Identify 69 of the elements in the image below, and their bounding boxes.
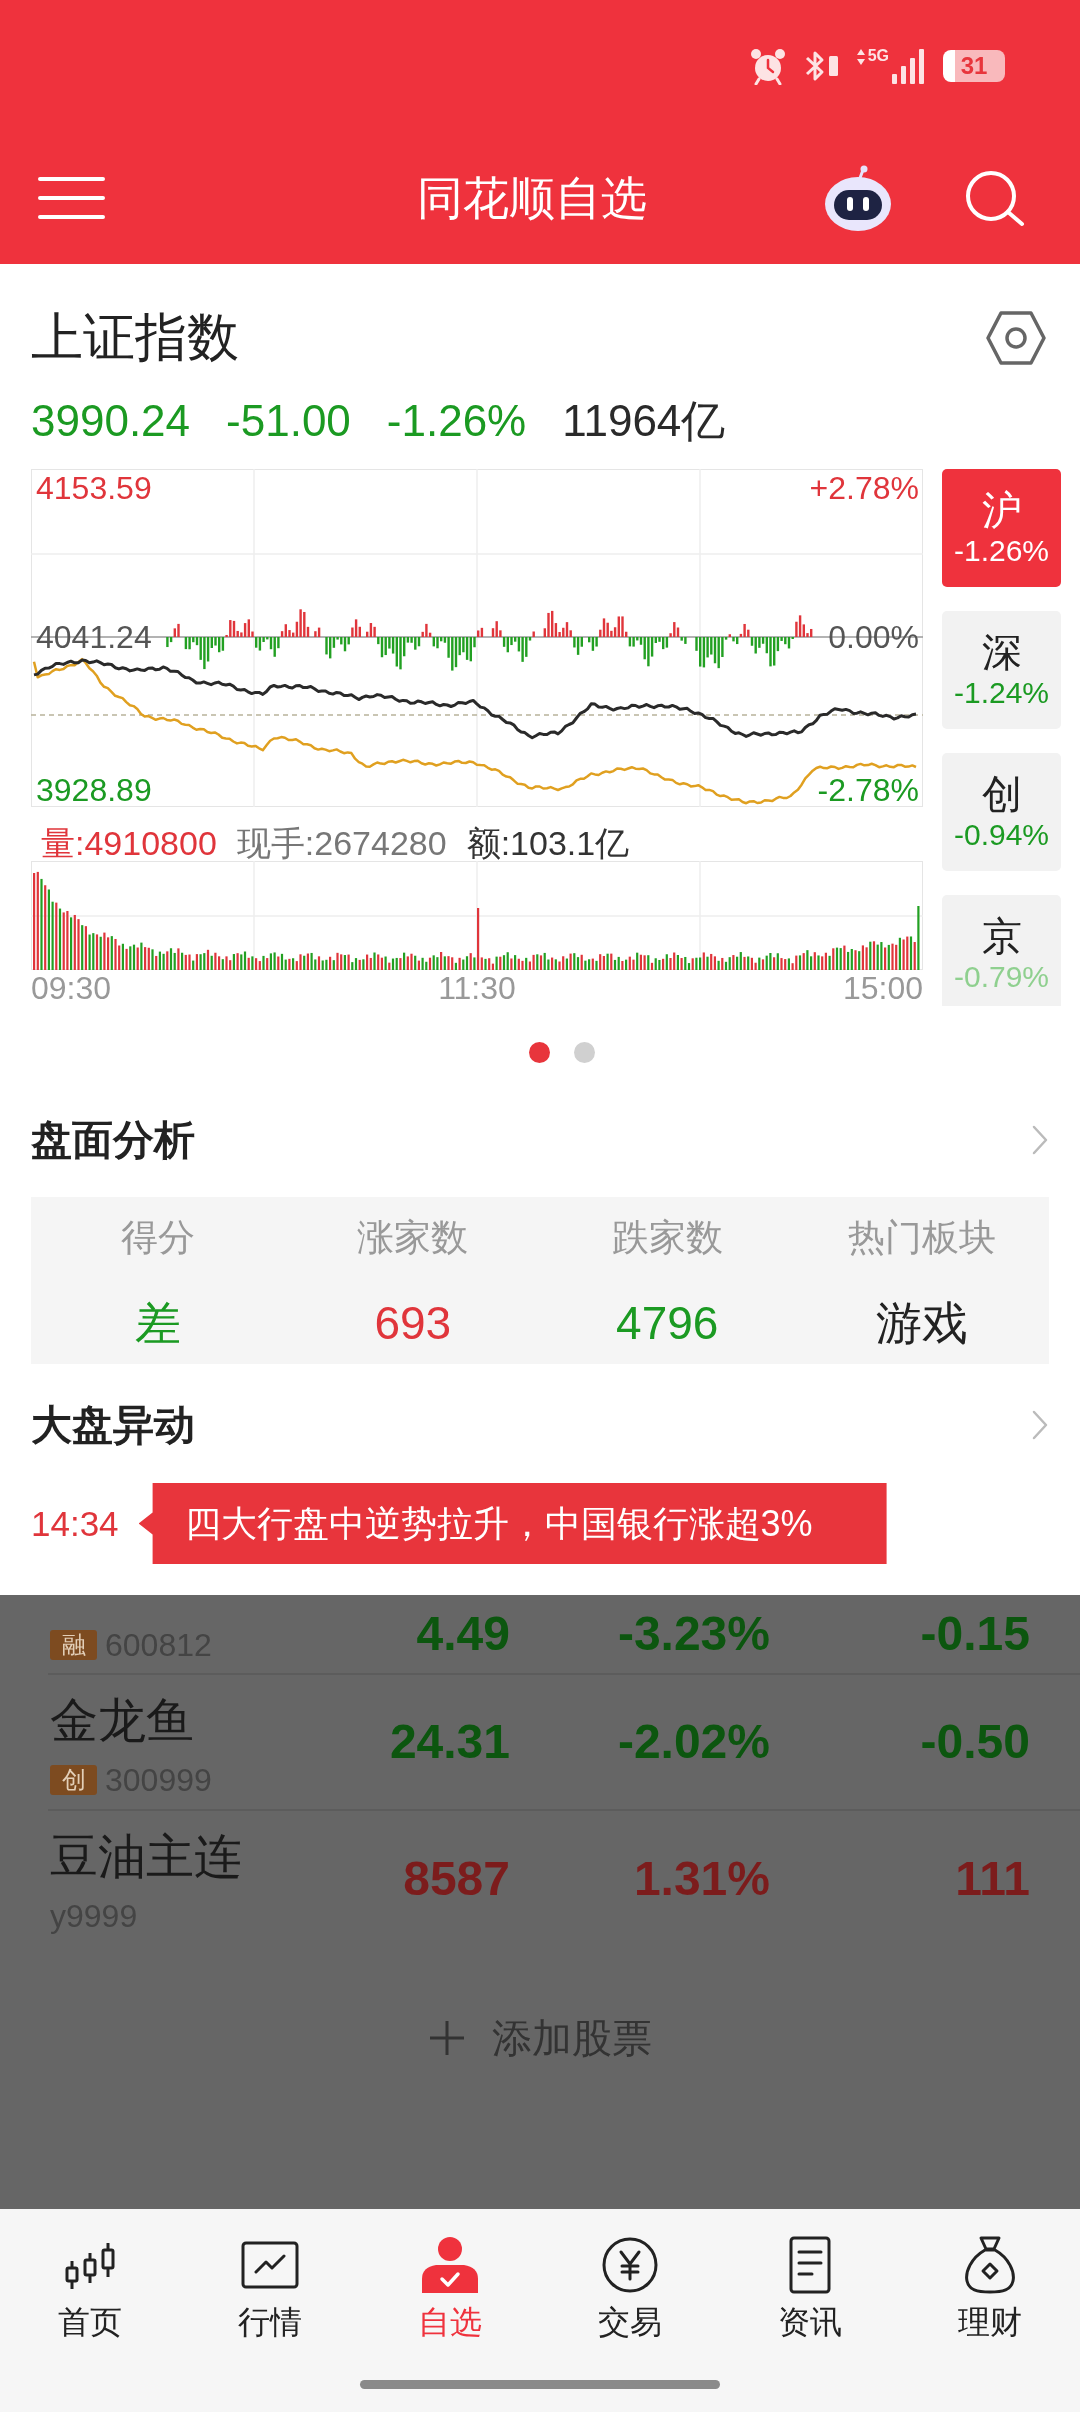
network-type: 5G (867, 48, 889, 64)
high-percent-label: +2.78% (809, 472, 919, 504)
market-tab[interactable]: 沪 -1.26% (942, 469, 1061, 587)
nav-tab[interactable]: 行情 (180, 2235, 360, 2342)
nav-tab[interactable]: 首页 (0, 2235, 180, 2342)
current-hand-label: 现手:2674280 (236, 825, 447, 861)
stat-label: 跌家数 (611, 1218, 723, 1258)
index-change: -51.00 (226, 396, 351, 446)
battery-indicator: 31 (943, 50, 1005, 82)
signal-icon (891, 48, 927, 84)
time-label: 15:00 (842, 970, 923, 1006)
time-label: 09:30 (31, 970, 112, 1006)
alarm-clock-icon (748, 47, 787, 85)
yen-coin-icon (600, 2235, 660, 2295)
stock-price: 8587 (403, 1853, 510, 1905)
nav-tab[interactable]: 交易 (540, 2235, 720, 2342)
stat-value: 693 (374, 1298, 452, 1348)
stock-name: 豆油主连 (50, 1832, 243, 1882)
stock-name: 金龙鱼 (50, 1696, 195, 1746)
nav-tab[interactable]: 资讯 (720, 2235, 900, 2342)
nav-tab[interactable]: 理财 (900, 2235, 1080, 2342)
page-title: 同花顺自选 (417, 171, 647, 225)
stock-tag: 融 (50, 1630, 97, 1660)
market-tab[interactable]: 京 -0.79% (942, 895, 1061, 1006)
index-name: 上证指数 (31, 310, 239, 365)
base-price-label: 4041.24 (36, 621, 152, 653)
robot-icon[interactable] (823, 165, 893, 231)
menu-icon[interactable] (38, 176, 105, 220)
data-arrows-icon (855, 48, 866, 66)
event-time: 14:34 (31, 1503, 119, 1544)
percent-change: -0.79% (953, 959, 1050, 995)
stock-price: 24.31 (389, 1716, 510, 1768)
percent-change: -0.94% (953, 817, 1050, 853)
section-title: 盘面分析 (31, 1116, 195, 1164)
stat-label: 涨家数 (357, 1218, 469, 1258)
stock-change: -0.15 (920, 1608, 1030, 1660)
market-tab[interactable]: 深 -1.24% (942, 611, 1061, 729)
stat-value: 差 (135, 1298, 182, 1348)
low-percent-label: -2.78% (817, 774, 919, 806)
base-percent-label: 0.00% (828, 621, 919, 653)
stock-change: -0.50 (920, 1716, 1030, 1768)
time-label: 11:30 (438, 970, 516, 1006)
stat-label: 热门板块 (847, 1218, 996, 1258)
high-price-label: 4153.59 (36, 472, 152, 504)
event-callout[interactable]: 四大行盘中逆势拉升，中国银行涨超3% (138, 1483, 887, 1564)
low-price-label: 3928.89 (36, 774, 152, 806)
search-icon[interactable] (964, 169, 1026, 227)
stock-percent: -3.23% (617, 1608, 770, 1660)
plus-icon (428, 2020, 465, 2056)
settings-icon[interactable] (985, 309, 1047, 366)
percent-change: -1.24% (953, 675, 1050, 711)
stock-tag: 创 (50, 1765, 97, 1795)
percent-change: -1.26% (953, 533, 1050, 569)
stock-percent: -2.02% (617, 1716, 770, 1768)
stock-change: 111 (955, 1853, 1030, 1905)
person-check-icon (420, 2235, 480, 2295)
amount-label: 额:103.1亿 (466, 825, 630, 861)
stock-percent: 1.31% (633, 1853, 770, 1905)
volume-label: 量:4910800 (41, 825, 217, 861)
market-tab[interactable]: 创 -0.94% (942, 753, 1061, 871)
index-percent: -1.26% (386, 396, 527, 446)
stat-value: 4796 (616, 1298, 719, 1348)
index-price: 3990.24 (31, 396, 191, 446)
nav-tab[interactable]: 自选 (360, 2235, 540, 2342)
section-title: 大盘异动 (31, 1401, 195, 1449)
index-turnover: 11964亿 (562, 396, 726, 446)
stat-value: 游戏 (875, 1298, 968, 1348)
stat-label: 得分 (121, 1218, 196, 1258)
stock-price: 4.49 (416, 1608, 510, 1660)
